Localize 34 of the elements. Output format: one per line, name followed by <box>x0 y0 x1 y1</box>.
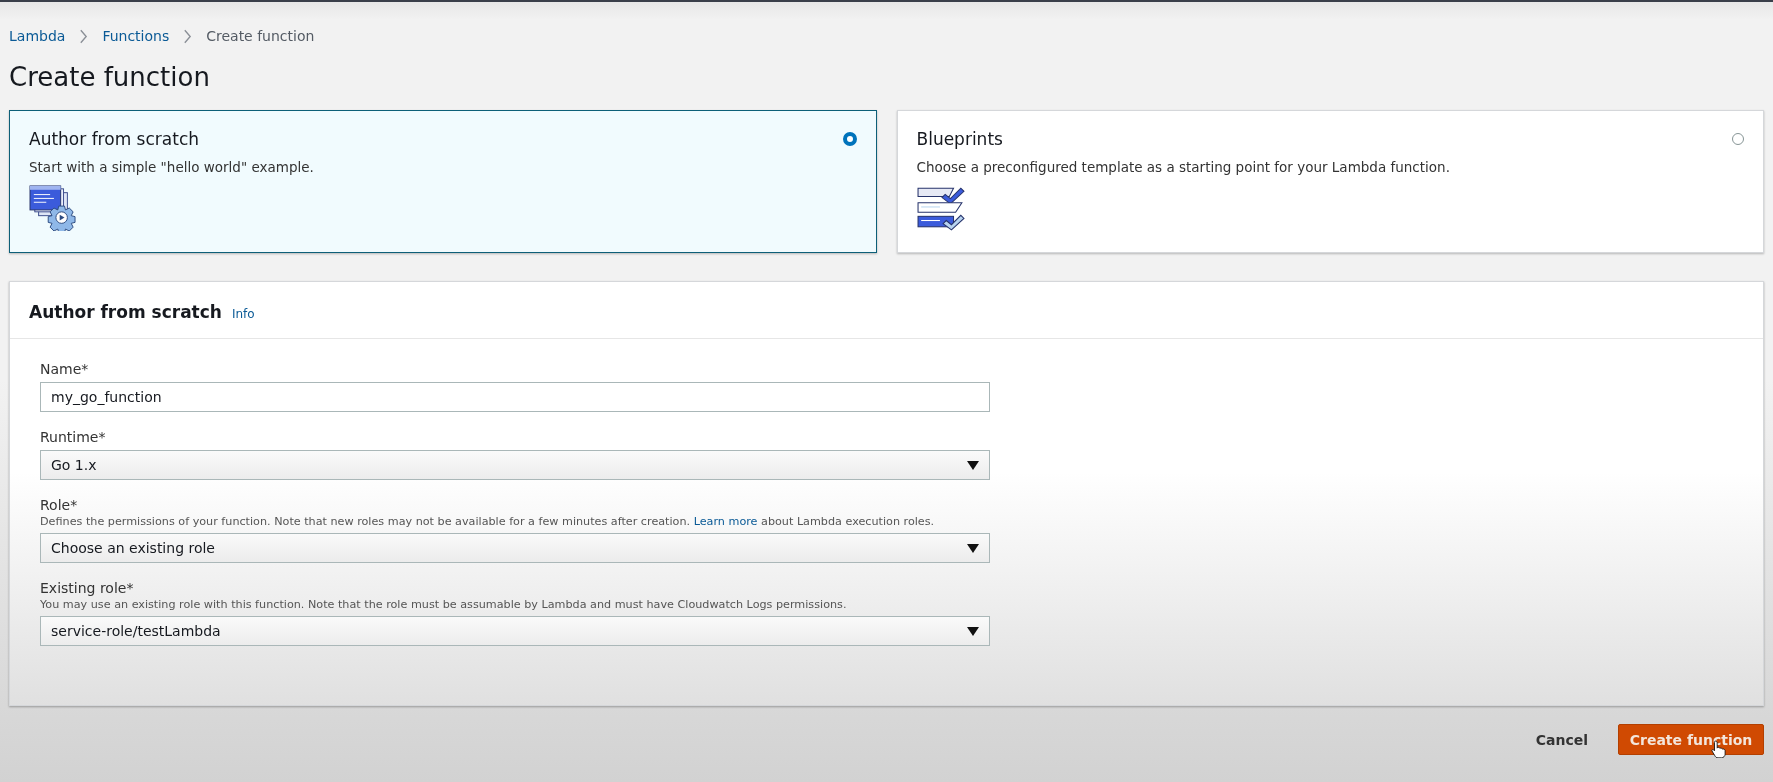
radio-button[interactable] <box>842 132 857 146</box>
info-link[interactable]: Info <box>231 307 255 321</box>
field-description: You may use an existing role with this function. Note that the role must be assumable by Lambda and must have Cloudwatch Logs permissions. <box>40 598 848 611</box>
option-description: Start with a simple "hello world" example. <box>29 159 315 175</box>
option-title: Blueprints <box>916 129 1003 149</box>
field-label: Name* <box>40 361 90 377</box>
dropdown[interactable]: Go 1.x <box>40 450 990 480</box>
breadcrumb-link[interactable]: Functions <box>102 28 170 44</box>
caret-down-icon <box>967 543 979 553</box>
option-title: Author from scratch <box>29 129 199 149</box>
create-function-button[interactable]: Create function <box>1618 724 1764 755</box>
cancel-button[interactable]: Cancel <box>1535 731 1588 748</box>
section-heading: Author from scratch <box>29 302 222 322</box>
option-card[interactable]: Author from scratch Start with a simple "hello world" example. <box>9 110 877 253</box>
field-label: Runtime* <box>40 429 107 445</box>
checklist-icon <box>916 185 965 231</box>
chevron-right-icon <box>183 28 193 44</box>
dropdown[interactable]: Choose an existing role <box>40 533 990 563</box>
option-description: Choose a preconfigured template as a starting point for your Lambda function. <box>916 159 1451 175</box>
breadcrumb-current: Create function <box>206 28 315 44</box>
field-description: Defines the permissions of your function. Note that new roles may not be available for a few minutes after creation. Learn more about Lambda execution roles. <box>40 515 936 528</box>
breadcrumb-link[interactable]: Lambda <box>9 28 66 44</box>
radio-button[interactable] <box>1732 133 1744 145</box>
option-card[interactable]: Blueprints Choose a preconfigured template as a starting point for your Lambda function. <box>896 110 1764 253</box>
dropdown[interactable]: service-role/testLambda <box>40 616 990 646</box>
chevron-right-icon <box>79 28 89 44</box>
page-title: Create function <box>9 62 211 92</box>
field-label: Existing role* <box>40 580 135 596</box>
caret-down-icon <box>967 626 979 636</box>
text-input[interactable]: my_go_function <box>40 382 990 412</box>
window-gear-icon <box>29 185 77 231</box>
field-label: Role* <box>40 497 79 513</box>
learn-more-link[interactable]: Learn more <box>693 515 758 528</box>
caret-down-icon <box>967 460 979 470</box>
